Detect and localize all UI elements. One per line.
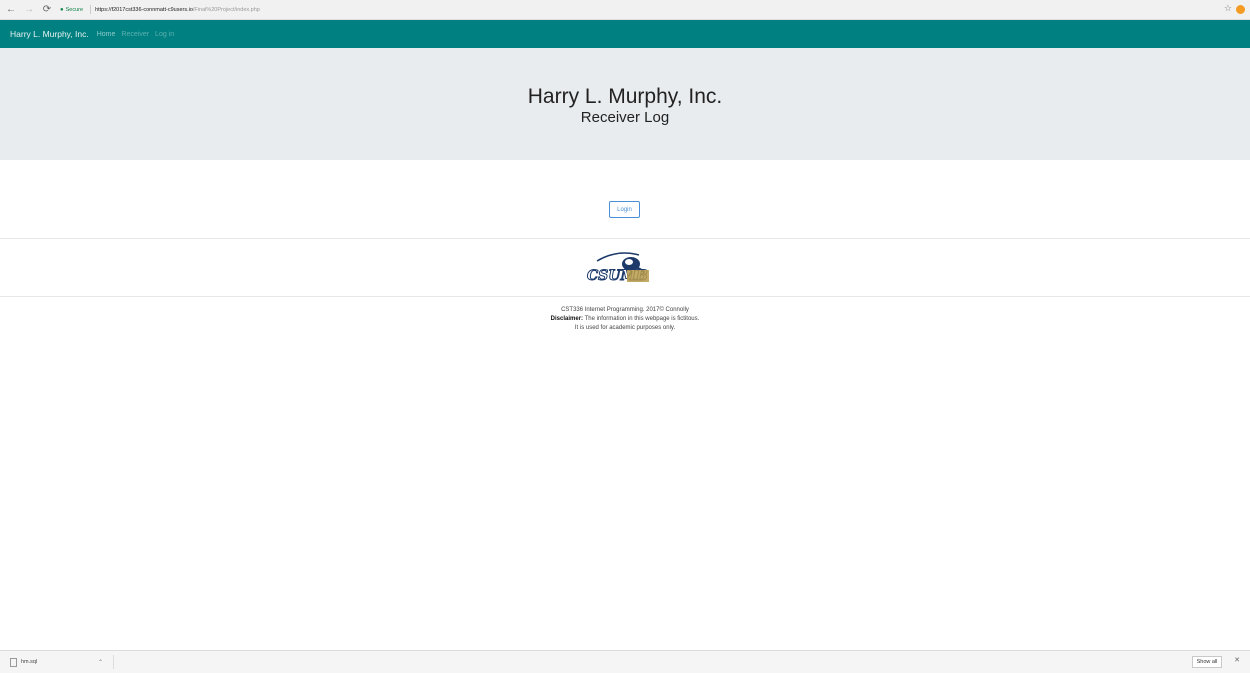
divider-top <box>0 238 1250 239</box>
extension-icon[interactable] <box>1236 5 1245 14</box>
page-title: Harry L. Murphy, Inc. <box>527 85 723 108</box>
file-icon <box>10 657 17 667</box>
jumbotron-header: Harry L. Murphy, Inc. Receiver Log <box>0 48 1250 160</box>
star-icon[interactable]: ☆ <box>1224 3 1232 14</box>
download-shelf: hm.sql ⌃ Show all ✕ <box>0 650 1250 673</box>
download-file-name: hm.sql <box>21 659 38 665</box>
url-path: /Final%20Project/index.php <box>192 6 260 13</box>
footer-disclaimer: Disclaimer: The information in this webp… <box>0 315 1250 324</box>
csumb-logo: CSUMB <box>587 252 649 285</box>
page-subtitle: Receiver Log <box>580 109 670 126</box>
navbar-brand[interactable]: Harry L. Murphy, Inc. <box>10 29 89 39</box>
divider-bottom <box>0 296 1250 297</box>
page-footer: CST336 Internet Programming. 2017© Conno… <box>0 306 1250 333</box>
browser-toolbar: ← → ⟳ ● Secure https://f2017cst336-connm… <box>0 0 1250 20</box>
footer-copyright: CST336 Internet Programming. 2017© Conno… <box>561 307 689 313</box>
show-all-button[interactable]: Show all <box>1192 656 1222 668</box>
secure-label: Secure <box>65 6 84 13</box>
address-bar[interactable]: ● Secure https://f2017cst336-connmatt-c9… <box>60 2 260 18</box>
download-item[interactable]: hm.sql ⌃ <box>6 655 114 669</box>
omnibox-separator <box>90 5 92 14</box>
back-icon[interactable]: ← <box>4 3 18 17</box>
lock-icon: ● <box>60 6 64 13</box>
login-button[interactable]: Login <box>609 201 640 218</box>
nav-link-home[interactable]: Home <box>97 31 116 38</box>
url-host: https://f2017cst336-connmatt-c9users.io <box>95 6 193 13</box>
nav-link-login[interactable]: Log in <box>155 31 174 38</box>
disclaimer-label: Disclaimer: <box>550 316 584 322</box>
nav-link-receiver[interactable]: Receiver <box>121 31 149 38</box>
forward-icon[interactable]: → <box>22 3 36 17</box>
footer-academic-note: It is used for academic purposes only. <box>574 325 676 331</box>
close-icon[interactable]: ✕ <box>1234 656 1240 664</box>
reload-icon[interactable]: ⟳ <box>40 3 54 17</box>
chevron-up-icon[interactable]: ⌃ <box>98 659 103 666</box>
disclaimer-text: The information in this webpage is ficti… <box>583 316 700 322</box>
site-navbar: Harry L. Murphy, Inc. Home Receiver Log … <box>0 20 1250 48</box>
